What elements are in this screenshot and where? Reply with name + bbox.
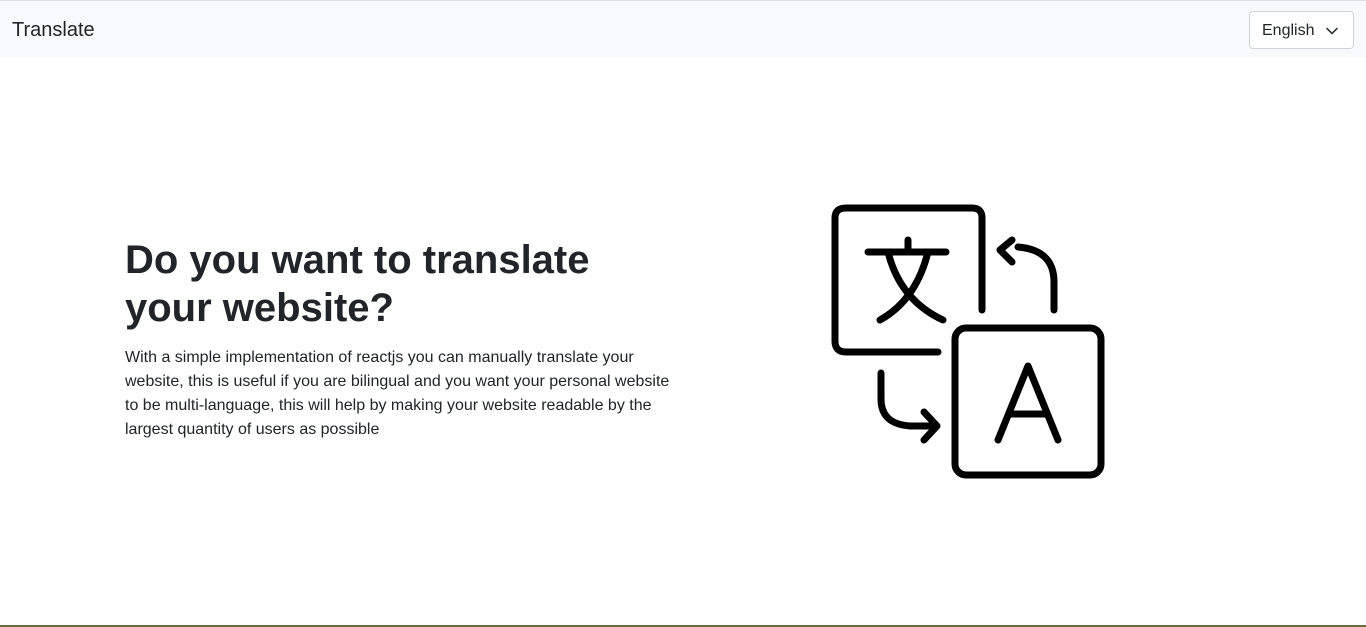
navbar-brand[interactable]: Translate [12,17,95,43]
language-select[interactable]: English [1249,11,1354,49]
navbar: Translate English [0,0,1366,57]
hero-section: Do you want to translate your website? W… [125,236,685,442]
chevron-down-icon [1326,27,1338,35]
translate-icon [831,204,1105,479]
hero-description: With a simple implementation of reactjs … [125,349,670,438]
hero-title: Do you want to translate your website? [125,238,590,330]
language-select-value: English [1262,22,1315,39]
